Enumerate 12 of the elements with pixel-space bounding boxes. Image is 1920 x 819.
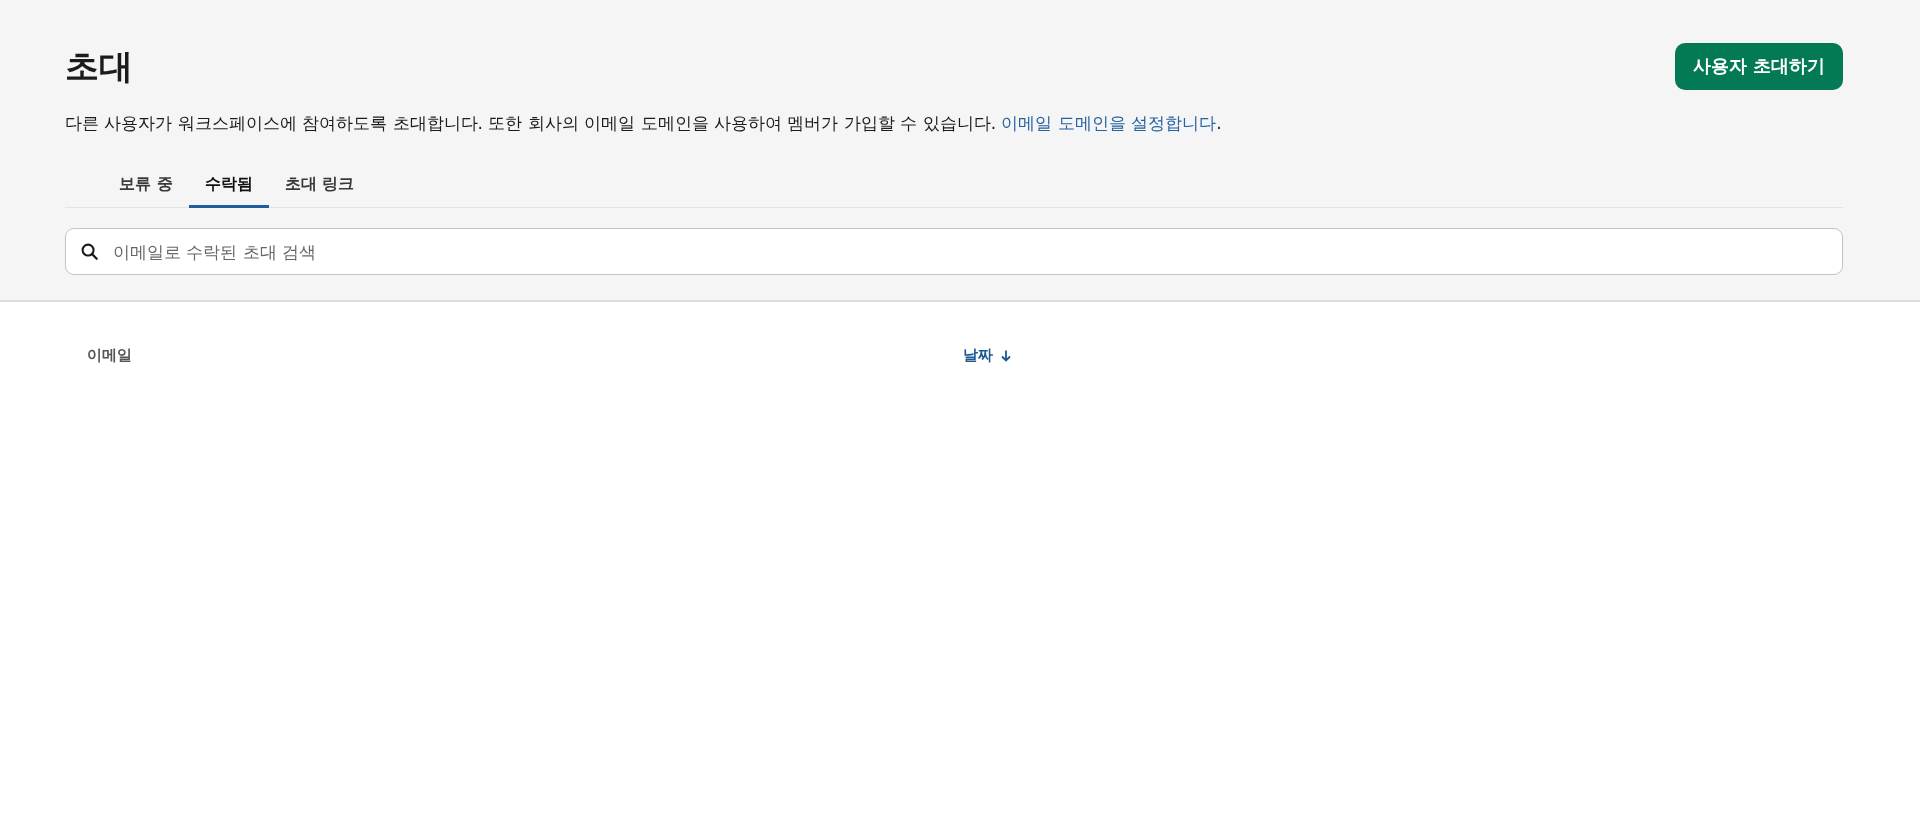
tab[interactable]: 수락됨 <box>188 166 269 208</box>
page-title: 초대 <box>65 45 133 88</box>
search-icon <box>81 243 98 260</box>
tab[interactable]: 보류 중 <box>103 166 189 208</box>
search-field[interactable]: 이메일로 수락된 초대 검색 <box>65 228 1843 275</box>
column-header[interactable]: 이메일 <box>81 342 138 369</box>
domain-link[interactable]: 이메일 도메인을 설정합니다 <box>1001 113 1217 133</box>
description-text: 다른 사용자가 워크스페이스에 참여하도록 초대합니다. 또한 회사의 이메일 도메인을 사용하여 멤버가 가입할 수 있습니다. 이메일 도메인을 설정합니다. <box>65 112 1223 135</box>
arrow-down-icon <box>1001 349 1011 362</box>
tab[interactable]: 초대 링크 <box>268 166 371 208</box>
invite-user-button[interactable]: 사용자 초대하기 <box>1674 42 1843 90</box>
column-header[interactable]: 날짜 <box>957 342 1017 369</box>
